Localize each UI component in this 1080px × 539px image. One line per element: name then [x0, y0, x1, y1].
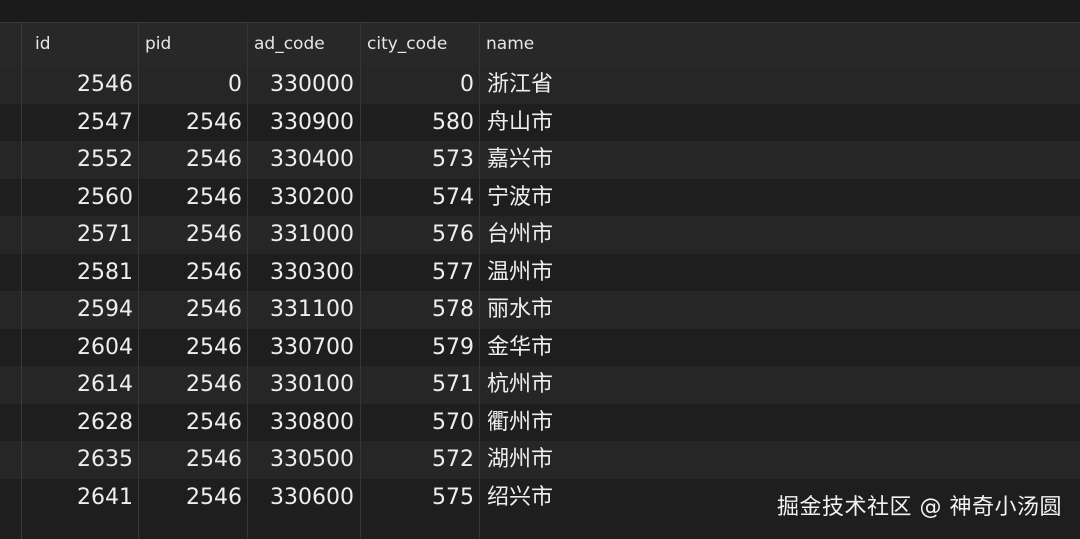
- column-header-city-code[interactable]: city_code: [367, 23, 447, 66]
- cell-pid[interactable]: 2546: [139, 216, 242, 254]
- cell-name[interactable]: 湖州市: [487, 441, 553, 479]
- table-row[interactable]: 2628 2546 330800 570 衢州市: [0, 404, 1080, 442]
- cell-id[interactable]: 2546: [22, 66, 133, 104]
- cell-name[interactable]: 绍兴市: [487, 479, 553, 517]
- cell-pid[interactable]: 2546: [139, 366, 242, 404]
- cell-pid[interactable]: 2546: [139, 254, 242, 292]
- cell-city-code[interactable]: 575: [361, 479, 474, 517]
- cell-name[interactable]: 嘉兴市: [487, 141, 553, 179]
- results-grid[interactable]: id pid ad_code city_code name 2546 0 33000…: [0, 23, 1080, 539]
- cell-id[interactable]: 2552: [22, 141, 133, 179]
- cell-city-code[interactable]: 571: [361, 366, 474, 404]
- cell-id[interactable]: 2628: [22, 404, 133, 442]
- cell-id[interactable]: 2594: [22, 291, 133, 329]
- cell-id[interactable]: 2581: [22, 254, 133, 292]
- table-row[interactable]: 2571 2546 331000 576 台州市: [0, 216, 1080, 254]
- cell-pid[interactable]: 2546: [139, 179, 242, 217]
- cell-name[interactable]: 温州市: [487, 254, 553, 292]
- cell-name[interactable]: 杭州市: [487, 366, 553, 404]
- table-row[interactable]: 2552 2546 330400 573 嘉兴市: [0, 141, 1080, 179]
- table-row[interactable]: 2614 2546 330100 571 杭州市: [0, 366, 1080, 404]
- cell-ad-code[interactable]: 330700: [248, 329, 354, 367]
- cell-id[interactable]: 2604: [22, 329, 133, 367]
- cell-pid[interactable]: 0: [139, 66, 242, 104]
- cell-pid[interactable]: 2546: [139, 141, 242, 179]
- table-row[interactable]: 2560 2546 330200 574 宁波市: [0, 179, 1080, 217]
- cell-pid[interactable]: 2546: [139, 291, 242, 329]
- cell-pid[interactable]: 2546: [139, 441, 242, 479]
- cell-city-code[interactable]: 580: [361, 104, 474, 142]
- cell-city-code[interactable]: 578: [361, 291, 474, 329]
- cell-id[interactable]: 2635: [22, 441, 133, 479]
- table-row[interactable]: 2594 2546 331100 578 丽水市: [0, 291, 1080, 329]
- row-gutter: [0, 23, 22, 539]
- column-divider[interactable]: [479, 23, 480, 539]
- cell-ad-code[interactable]: 330500: [248, 441, 354, 479]
- cell-id[interactable]: 2571: [22, 216, 133, 254]
- table-row[interactable]: 2547 2546 330900 580 舟山市: [0, 104, 1080, 142]
- cell-city-code[interactable]: 577: [361, 254, 474, 292]
- cell-ad-code[interactable]: 331000: [248, 216, 354, 254]
- cell-name[interactable]: 宁波市: [487, 179, 553, 217]
- cell-pid[interactable]: 2546: [139, 479, 242, 517]
- cell-pid[interactable]: 2546: [139, 104, 242, 142]
- cell-city-code[interactable]: 579: [361, 329, 474, 367]
- cell-ad-code[interactable]: 330600: [248, 479, 354, 517]
- cell-ad-code[interactable]: 330000: [248, 66, 354, 104]
- table-row[interactable]: 2546 0 330000 0 浙江省: [0, 66, 1080, 104]
- cell-ad-code[interactable]: 330100: [248, 366, 354, 404]
- table-row[interactable]: 2635 2546 330500 572 湖州市: [0, 441, 1080, 479]
- cell-ad-code[interactable]: 330800: [248, 404, 354, 442]
- cell-name[interactable]: 台州市: [487, 216, 553, 254]
- cell-pid[interactable]: 2546: [139, 404, 242, 442]
- column-header-pid[interactable]: pid: [145, 23, 171, 66]
- column-header-name[interactable]: name: [486, 23, 534, 66]
- toolbar-strip: [0, 0, 1080, 23]
- cell-id[interactable]: 2560: [22, 179, 133, 217]
- cell-name[interactable]: 金华市: [487, 329, 553, 367]
- column-divider[interactable]: [138, 23, 139, 539]
- cell-name[interactable]: 舟山市: [487, 104, 553, 142]
- cell-ad-code[interactable]: 330900: [248, 104, 354, 142]
- column-header-id[interactable]: id: [35, 23, 51, 66]
- watermark-text: 掘金技术社区 @ 神奇小汤圆: [777, 495, 1062, 520]
- table-row[interactable]: 2604 2546 330700 579 金华市: [0, 329, 1080, 367]
- cell-city-code[interactable]: 572: [361, 441, 474, 479]
- cell-ad-code[interactable]: 330400: [248, 141, 354, 179]
- cell-name[interactable]: 浙江省: [487, 66, 553, 104]
- header-row: id pid ad_code city_code name: [0, 23, 1080, 67]
- column-divider[interactable]: [247, 23, 248, 539]
- cell-ad-code[interactable]: 330300: [248, 254, 354, 292]
- cell-city-code[interactable]: 574: [361, 179, 474, 217]
- cell-city-code[interactable]: 576: [361, 216, 474, 254]
- column-divider[interactable]: [360, 23, 361, 539]
- query-results-window: id pid ad_code city_code name 2546 0 33000…: [0, 0, 1080, 539]
- cell-pid[interactable]: 2546: [139, 329, 242, 367]
- cell-id[interactable]: 2547: [22, 104, 133, 142]
- cell-name[interactable]: 丽水市: [487, 291, 553, 329]
- cell-id[interactable]: 2614: [22, 366, 133, 404]
- cell-name[interactable]: 衢州市: [487, 404, 553, 442]
- cell-city-code[interactable]: 570: [361, 404, 474, 442]
- column-header-ad-code[interactable]: ad_code: [254, 23, 325, 66]
- cell-city-code[interactable]: 573: [361, 141, 474, 179]
- table-row[interactable]: 2581 2546 330300 577 温州市: [0, 254, 1080, 292]
- cell-ad-code[interactable]: 330200: [248, 179, 354, 217]
- cell-ad-code[interactable]: 331100: [248, 291, 354, 329]
- cell-id[interactable]: 2641: [22, 479, 133, 517]
- cell-city-code[interactable]: 0: [361, 66, 474, 104]
